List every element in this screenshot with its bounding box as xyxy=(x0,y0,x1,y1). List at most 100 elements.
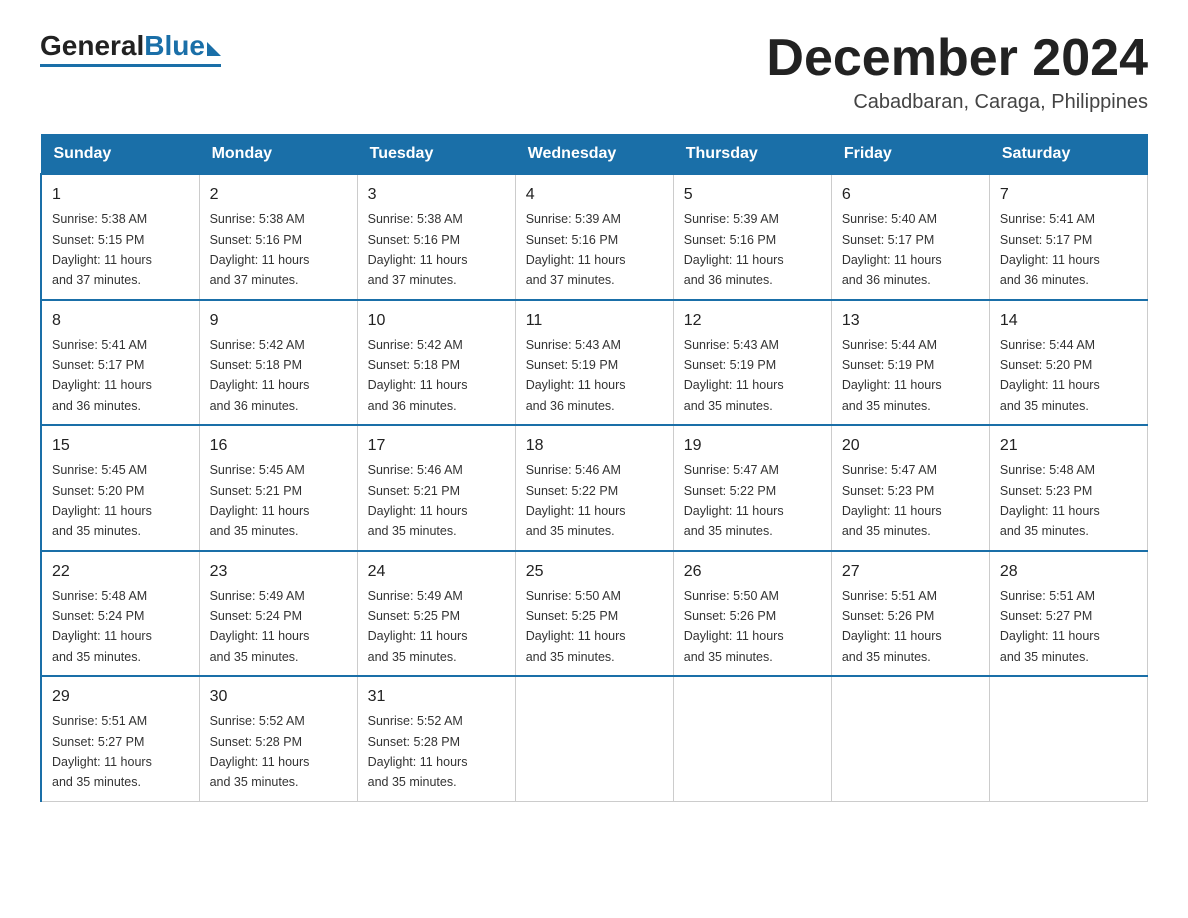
day-number: 17 xyxy=(368,434,505,458)
day-number: 22 xyxy=(52,560,189,584)
col-header-tuesday: Tuesday xyxy=(357,135,515,175)
day-number: 28 xyxy=(1000,560,1137,584)
month-year-title: December 2024 xyxy=(766,30,1148,87)
calendar-cell: 15 Sunrise: 5:45 AMSunset: 5:20 PMDaylig… xyxy=(41,425,199,551)
calendar-cell: 31 Sunrise: 5:52 AMSunset: 5:28 PMDaylig… xyxy=(357,676,515,801)
day-info: Sunrise: 5:51 AMSunset: 5:26 PMDaylight:… xyxy=(842,589,942,664)
day-number: 21 xyxy=(1000,434,1137,458)
day-info: Sunrise: 5:48 AMSunset: 5:24 PMDaylight:… xyxy=(52,589,152,664)
day-number: 12 xyxy=(684,309,821,333)
calendar-cell: 9 Sunrise: 5:42 AMSunset: 5:18 PMDayligh… xyxy=(199,300,357,426)
day-info: Sunrise: 5:47 AMSunset: 5:23 PMDaylight:… xyxy=(842,463,942,538)
day-info: Sunrise: 5:48 AMSunset: 5:23 PMDaylight:… xyxy=(1000,463,1100,538)
day-info: Sunrise: 5:51 AMSunset: 5:27 PMDaylight:… xyxy=(1000,589,1100,664)
day-number: 13 xyxy=(842,309,979,333)
calendar-week-row: 22 Sunrise: 5:48 AMSunset: 5:24 PMDaylig… xyxy=(41,551,1148,677)
day-number: 1 xyxy=(52,183,189,207)
calendar-cell xyxy=(989,676,1147,801)
calendar-week-row: 15 Sunrise: 5:45 AMSunset: 5:20 PMDaylig… xyxy=(41,425,1148,551)
calendar-week-row: 29 Sunrise: 5:51 AMSunset: 5:27 PMDaylig… xyxy=(41,676,1148,801)
calendar-cell xyxy=(673,676,831,801)
day-number: 5 xyxy=(684,183,821,207)
calendar-cell: 20 Sunrise: 5:47 AMSunset: 5:23 PMDaylig… xyxy=(831,425,989,551)
logo-divider xyxy=(40,64,221,67)
calendar-cell: 19 Sunrise: 5:47 AMSunset: 5:22 PMDaylig… xyxy=(673,425,831,551)
day-info: Sunrise: 5:43 AMSunset: 5:19 PMDaylight:… xyxy=(526,338,626,413)
day-info: Sunrise: 5:43 AMSunset: 5:19 PMDaylight:… xyxy=(684,338,784,413)
day-number: 14 xyxy=(1000,309,1137,333)
day-info: Sunrise: 5:41 AMSunset: 5:17 PMDaylight:… xyxy=(52,338,152,413)
day-info: Sunrise: 5:44 AMSunset: 5:20 PMDaylight:… xyxy=(1000,338,1100,413)
day-number: 20 xyxy=(842,434,979,458)
day-number: 9 xyxy=(210,309,347,333)
day-info: Sunrise: 5:42 AMSunset: 5:18 PMDaylight:… xyxy=(368,338,468,413)
col-header-sunday: Sunday xyxy=(41,135,199,175)
calendar-cell: 11 Sunrise: 5:43 AMSunset: 5:19 PMDaylig… xyxy=(515,300,673,426)
day-info: Sunrise: 5:49 AMSunset: 5:25 PMDaylight:… xyxy=(368,589,468,664)
day-number: 31 xyxy=(368,685,505,709)
calendar-cell: 2 Sunrise: 5:38 AMSunset: 5:16 PMDayligh… xyxy=(199,174,357,300)
day-info: Sunrise: 5:38 AMSunset: 5:15 PMDaylight:… xyxy=(52,212,152,287)
day-number: 6 xyxy=(842,183,979,207)
day-number: 25 xyxy=(526,560,663,584)
day-number: 8 xyxy=(52,309,189,333)
calendar-cell: 17 Sunrise: 5:46 AMSunset: 5:21 PMDaylig… xyxy=(357,425,515,551)
calendar-cell: 22 Sunrise: 5:48 AMSunset: 5:24 PMDaylig… xyxy=(41,551,199,677)
calendar-cell: 28 Sunrise: 5:51 AMSunset: 5:27 PMDaylig… xyxy=(989,551,1147,677)
day-number: 23 xyxy=(210,560,347,584)
day-number: 15 xyxy=(52,434,189,458)
day-info: Sunrise: 5:39 AMSunset: 5:16 PMDaylight:… xyxy=(526,212,626,287)
calendar-cell: 3 Sunrise: 5:38 AMSunset: 5:16 PMDayligh… xyxy=(357,174,515,300)
day-info: Sunrise: 5:39 AMSunset: 5:16 PMDaylight:… xyxy=(684,212,784,287)
day-number: 19 xyxy=(684,434,821,458)
logo: General Blue xyxy=(40,30,221,67)
day-info: Sunrise: 5:46 AMSunset: 5:21 PMDaylight:… xyxy=(368,463,468,538)
col-header-friday: Friday xyxy=(831,135,989,175)
logo-general-text: General xyxy=(40,30,144,62)
calendar-cell: 1 Sunrise: 5:38 AMSunset: 5:15 PMDayligh… xyxy=(41,174,199,300)
day-info: Sunrise: 5:50 AMSunset: 5:26 PMDaylight:… xyxy=(684,589,784,664)
calendar-week-row: 1 Sunrise: 5:38 AMSunset: 5:15 PMDayligh… xyxy=(41,174,1148,300)
day-number: 7 xyxy=(1000,183,1137,207)
day-info: Sunrise: 5:49 AMSunset: 5:24 PMDaylight:… xyxy=(210,589,310,664)
logo-blue-text: Blue xyxy=(144,30,205,62)
calendar-header-row: SundayMondayTuesdayWednesdayThursdayFrid… xyxy=(41,135,1148,175)
calendar-cell xyxy=(831,676,989,801)
calendar-cell: 29 Sunrise: 5:51 AMSunset: 5:27 PMDaylig… xyxy=(41,676,199,801)
day-info: Sunrise: 5:38 AMSunset: 5:16 PMDaylight:… xyxy=(368,212,468,287)
col-header-monday: Monday xyxy=(199,135,357,175)
calendar-cell: 6 Sunrise: 5:40 AMSunset: 5:17 PMDayligh… xyxy=(831,174,989,300)
calendar-cell: 12 Sunrise: 5:43 AMSunset: 5:19 PMDaylig… xyxy=(673,300,831,426)
calendar-cell: 26 Sunrise: 5:50 AMSunset: 5:26 PMDaylig… xyxy=(673,551,831,677)
day-number: 4 xyxy=(526,183,663,207)
day-info: Sunrise: 5:38 AMSunset: 5:16 PMDaylight:… xyxy=(210,212,310,287)
calendar-cell: 25 Sunrise: 5:50 AMSunset: 5:25 PMDaylig… xyxy=(515,551,673,677)
day-info: Sunrise: 5:44 AMSunset: 5:19 PMDaylight:… xyxy=(842,338,942,413)
day-number: 26 xyxy=(684,560,821,584)
day-info: Sunrise: 5:45 AMSunset: 5:20 PMDaylight:… xyxy=(52,463,152,538)
calendar-table: SundayMondayTuesdayWednesdayThursdayFrid… xyxy=(40,134,1148,802)
page-header: General Blue December 2024 Cabadbaran, C… xyxy=(40,30,1148,114)
title-block: December 2024 Cabadbaran, Caraga, Philip… xyxy=(766,30,1148,114)
day-info: Sunrise: 5:42 AMSunset: 5:18 PMDaylight:… xyxy=(210,338,310,413)
day-number: 30 xyxy=(210,685,347,709)
calendar-cell: 7 Sunrise: 5:41 AMSunset: 5:17 PMDayligh… xyxy=(989,174,1147,300)
calendar-cell: 5 Sunrise: 5:39 AMSunset: 5:16 PMDayligh… xyxy=(673,174,831,300)
day-info: Sunrise: 5:52 AMSunset: 5:28 PMDaylight:… xyxy=(210,714,310,789)
calendar-cell: 14 Sunrise: 5:44 AMSunset: 5:20 PMDaylig… xyxy=(989,300,1147,426)
calendar-cell: 8 Sunrise: 5:41 AMSunset: 5:17 PMDayligh… xyxy=(41,300,199,426)
day-info: Sunrise: 5:47 AMSunset: 5:22 PMDaylight:… xyxy=(684,463,784,538)
day-info: Sunrise: 5:52 AMSunset: 5:28 PMDaylight:… xyxy=(368,714,468,789)
day-number: 27 xyxy=(842,560,979,584)
day-number: 24 xyxy=(368,560,505,584)
calendar-cell: 27 Sunrise: 5:51 AMSunset: 5:26 PMDaylig… xyxy=(831,551,989,677)
day-info: Sunrise: 5:50 AMSunset: 5:25 PMDaylight:… xyxy=(526,589,626,664)
col-header-saturday: Saturday xyxy=(989,135,1147,175)
day-info: Sunrise: 5:40 AMSunset: 5:17 PMDaylight:… xyxy=(842,212,942,287)
day-number: 29 xyxy=(52,685,189,709)
calendar-cell: 18 Sunrise: 5:46 AMSunset: 5:22 PMDaylig… xyxy=(515,425,673,551)
logo-triangle-icon xyxy=(207,42,221,56)
calendar-week-row: 8 Sunrise: 5:41 AMSunset: 5:17 PMDayligh… xyxy=(41,300,1148,426)
calendar-cell: 30 Sunrise: 5:52 AMSunset: 5:28 PMDaylig… xyxy=(199,676,357,801)
calendar-cell: 21 Sunrise: 5:48 AMSunset: 5:23 PMDaylig… xyxy=(989,425,1147,551)
